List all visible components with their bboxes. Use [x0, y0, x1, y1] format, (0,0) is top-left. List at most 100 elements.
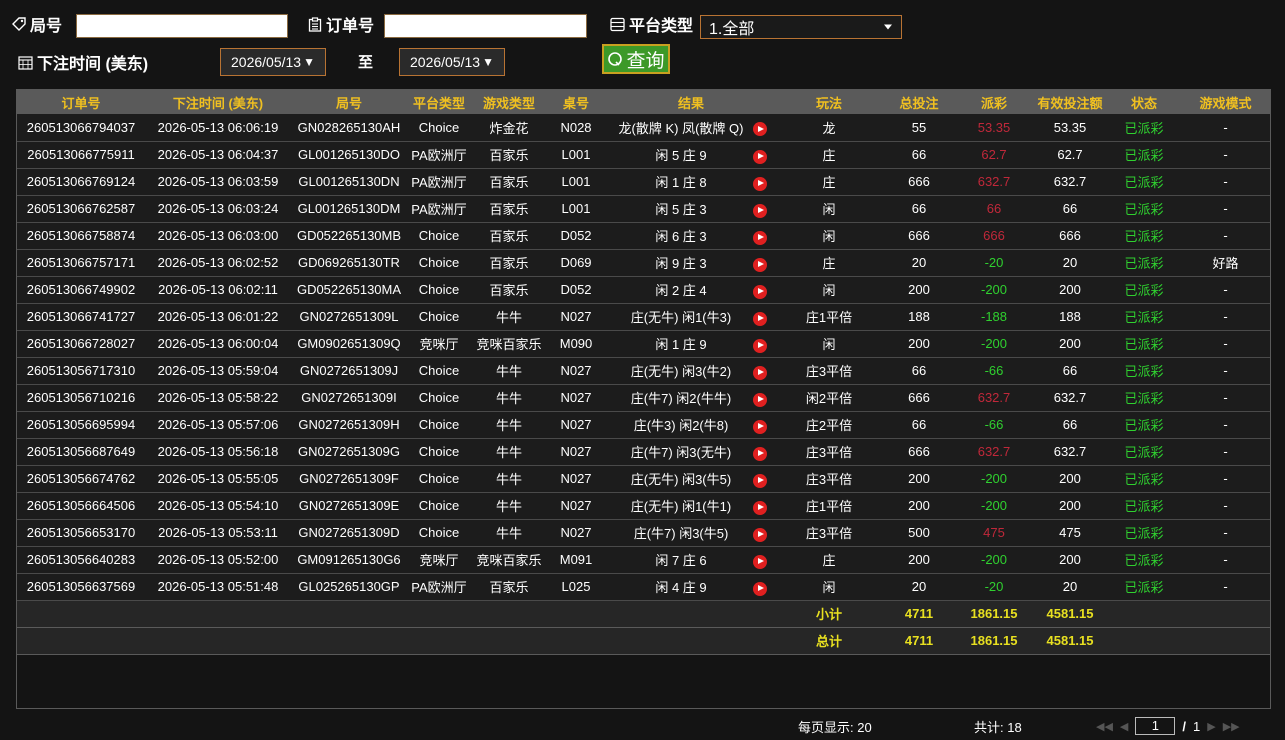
- game-type-cell: 炸金花: [471, 114, 547, 142]
- bet-time-cell: 2026-05-13 06:02:11: [145, 276, 291, 304]
- last-page-icon[interactable]: ▶▶: [1223, 720, 1240, 733]
- game-mode-cell: -: [1179, 546, 1270, 574]
- play-video-icon[interactable]: [753, 527, 767, 542]
- sum-total-bet: 4711: [881, 627, 957, 655]
- table-row: 260513066757171 2026-05-13 06:02:52 GD0692…: [17, 249, 1270, 277]
- valid-bet-cell: 62.7: [1031, 141, 1109, 169]
- first-page-icon[interactable]: ◀◀: [1096, 720, 1113, 733]
- column-header: 状态: [1109, 90, 1179, 114]
- subtotal-row: 小计 4711 1861.15 4581.15: [17, 600, 1270, 628]
- valid-bet-cell: 20: [1031, 249, 1109, 277]
- play-video-icon[interactable]: [753, 311, 767, 326]
- status-cell: 已派彩: [1109, 114, 1179, 142]
- payout-cell: -20: [957, 573, 1031, 601]
- total-bet-cell: 666: [881, 438, 957, 466]
- result-cell: 庄(无牛) 闲3(牛5): [605, 465, 777, 493]
- round-number-cell: GN0272651309G: [291, 438, 407, 466]
- bet-records-table: 订单号 下注时间 (美东) 局号 平台类型 游戏类型 桌号 结果 玩法 总投注 派彩 有效投注额 状态…: [16, 89, 1271, 709]
- round-number-cell: GD052265130MA: [291, 276, 407, 304]
- column-header: 游戏模式: [1179, 90, 1270, 114]
- result-cell: 庄(牛7) 闲2(牛牛): [605, 384, 777, 412]
- sum-total-bet: 4711: [881, 600, 957, 628]
- total-bet-cell: 500: [881, 519, 957, 547]
- play-video-icon[interactable]: [753, 176, 767, 191]
- pagination: ◀◀ ◀ 1 / 1 ▶ ▶▶: [1096, 712, 1240, 740]
- payout-cell: -200: [957, 465, 1031, 493]
- result-text: 庄(无牛) 闲1(牛3): [630, 310, 732, 325]
- game-type-cell: 牛牛: [471, 357, 547, 385]
- date-from-value: 2026/05/13: [231, 54, 302, 70]
- play-video-icon[interactable]: [753, 365, 767, 380]
- table-row: 260513056637569 2026-05-13 05:51:48 GL0252…: [17, 573, 1270, 601]
- game-type-cell: 百家乐: [471, 276, 547, 304]
- result-cell: 闲 1 庄 8: [605, 168, 777, 196]
- search-icon: [608, 51, 623, 66]
- bet-type-cell: 庄: [777, 249, 881, 277]
- platform-select[interactable]: 1.全部: [700, 15, 902, 39]
- valid-bet-cell: 632.7: [1031, 168, 1109, 196]
- next-page-icon[interactable]: ▶: [1207, 720, 1215, 733]
- platform-cell: PA欧洲厅: [407, 168, 471, 196]
- table-number-cell: N027: [547, 357, 605, 385]
- play-video-icon[interactable]: [753, 257, 767, 272]
- play-video-icon[interactable]: [753, 230, 767, 245]
- game-type-cell: 牛牛: [471, 411, 547, 439]
- play-video-icon[interactable]: [753, 419, 767, 434]
- play-video-icon[interactable]: [753, 581, 767, 596]
- game-type-cell: 牛牛: [471, 465, 547, 493]
- result-cell: 庄(牛3) 闲2(牛8): [605, 411, 777, 439]
- game-mode-cell: -: [1179, 384, 1270, 412]
- column-header: 局号: [291, 90, 407, 114]
- play-video-icon[interactable]: [753, 284, 767, 299]
- table-row: 260513066728027 2026-05-13 06:00:04 GM0902…: [17, 330, 1270, 358]
- play-video-icon[interactable]: [753, 338, 767, 353]
- result-cell: 庄(无牛) 闲3(牛2): [605, 357, 777, 385]
- payout-cell: -66: [957, 357, 1031, 385]
- date-from-picker[interactable]: 2026/05/13 ▼: [220, 48, 326, 76]
- play-video-icon[interactable]: [753, 500, 767, 515]
- sum-label: 总计: [777, 627, 881, 655]
- table-number-cell: N027: [547, 438, 605, 466]
- bet-time-cell: 2026-05-13 06:04:37: [145, 141, 291, 169]
- game-mode-cell: -: [1179, 438, 1270, 466]
- order-input[interactable]: [384, 14, 587, 38]
- result-text: 庄(牛7) 闲2(牛牛): [630, 391, 732, 406]
- date-to-value: 2026/05/13: [410, 54, 481, 70]
- bet-type-cell: 闲2平倍: [777, 384, 881, 412]
- bet-type-cell: 庄3平倍: [777, 438, 881, 466]
- valid-bet-cell: 475: [1031, 519, 1109, 547]
- game-type-cell: 牛牛: [471, 384, 547, 412]
- play-video-icon[interactable]: [753, 122, 767, 137]
- payout-cell: 53.35: [957, 114, 1031, 142]
- bet-type-cell: 庄: [777, 546, 881, 574]
- result-text: 龙(散牌 K) 凤(散牌 Q): [618, 120, 744, 136]
- bet-type-cell: 庄: [777, 168, 881, 196]
- play-video-icon[interactable]: [753, 203, 767, 218]
- table-number-cell: L001: [547, 195, 605, 223]
- game-mode-cell: -: [1179, 303, 1270, 331]
- page-number-input[interactable]: 1: [1135, 717, 1176, 735]
- play-video-icon[interactable]: [753, 473, 767, 488]
- bet-type-cell: 庄3平倍: [777, 519, 881, 547]
- status-cell: 已派彩: [1109, 141, 1179, 169]
- result-text: 庄(无牛) 闲3(牛2): [630, 364, 732, 379]
- query-button[interactable]: 查询: [602, 44, 670, 74]
- page-separator: /: [1182, 718, 1187, 734]
- prev-page-icon[interactable]: ◀: [1120, 720, 1128, 733]
- play-video-icon[interactable]: [753, 149, 767, 164]
- sum-spacer: [17, 600, 777, 628]
- order-number-cell: 260513066775911: [17, 141, 145, 169]
- per-page-text: 每页显示: 20: [798, 719, 872, 735]
- status-cell: 已派彩: [1109, 519, 1179, 547]
- game-mode-cell: -: [1179, 465, 1270, 493]
- valid-bet-cell: 66: [1031, 195, 1109, 223]
- date-to-picker[interactable]: 2026/05/13 ▼: [399, 48, 505, 76]
- play-video-icon[interactable]: [753, 446, 767, 461]
- payout-cell: -200: [957, 276, 1031, 304]
- platform-label: 平台类型: [629, 18, 694, 35]
- play-video-icon[interactable]: [753, 554, 767, 569]
- round-input[interactable]: [76, 14, 288, 38]
- play-video-icon[interactable]: [753, 392, 767, 407]
- result-text: 庄(牛7) 闲3(牛5): [633, 526, 729, 541]
- table-row: 260513056695994 2026-05-13 05:57:06 GN0272…: [17, 411, 1270, 439]
